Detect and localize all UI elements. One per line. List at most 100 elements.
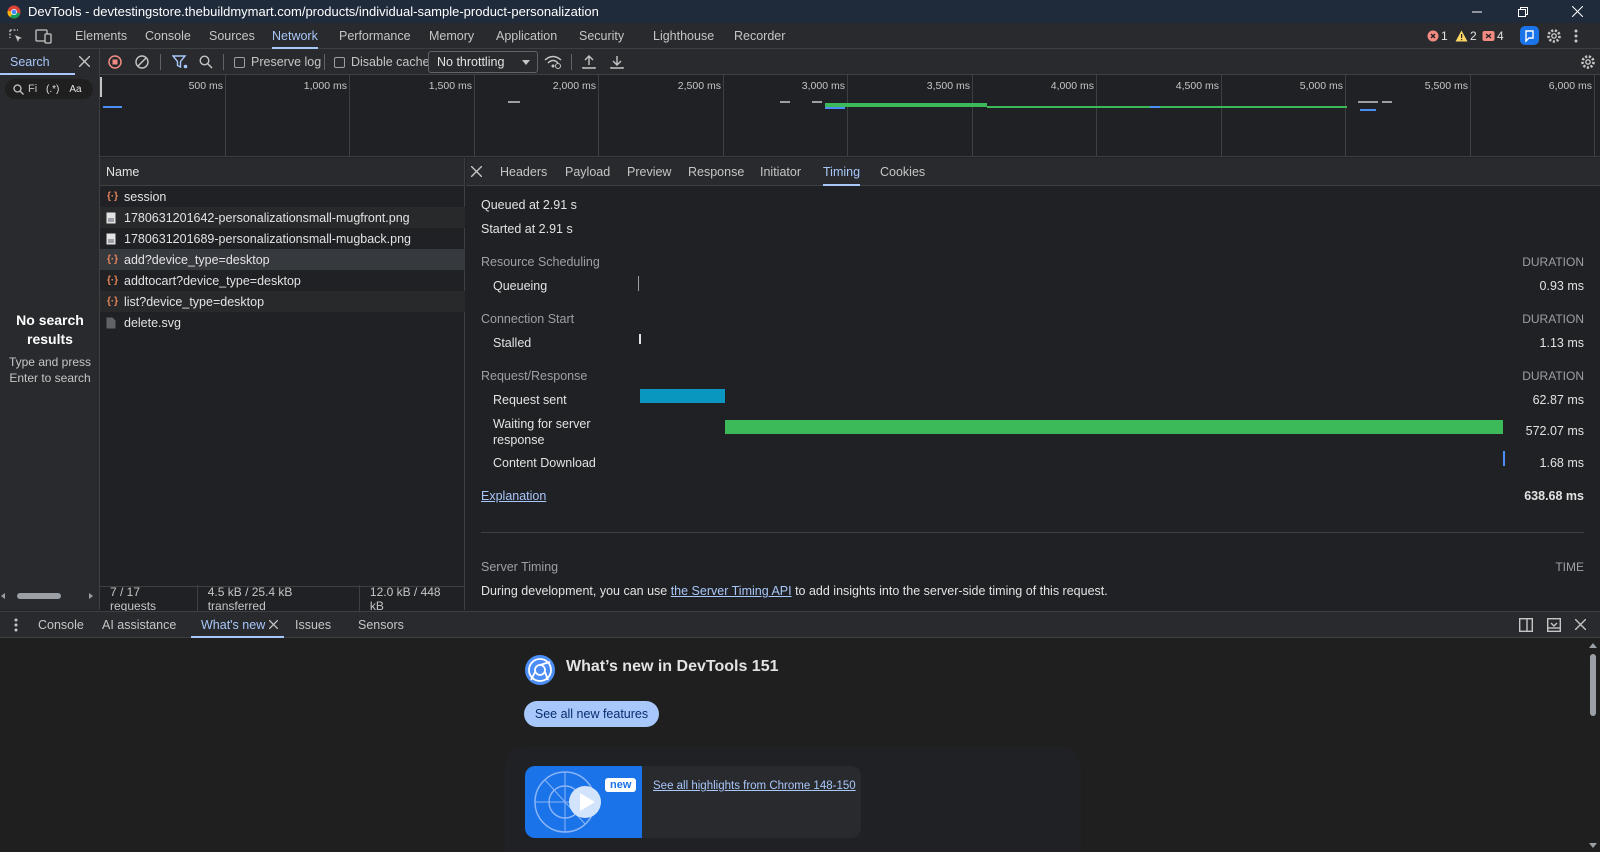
overview-tick: 6,000 ms (1548, 80, 1592, 92)
tab-sources[interactable]: Sources (209, 23, 255, 49)
close-tab-icon[interactable] (269, 620, 278, 629)
dropdown-arrow-icon (522, 60, 530, 65)
request-row[interactable]: {·} list?device_type=desktop (100, 291, 465, 312)
network-conditions-icon[interactable] (544, 49, 562, 75)
export-har-icon[interactable] (610, 49, 624, 75)
network-settings-icon[interactable] (1580, 49, 1596, 75)
started-at: Started at 2.91 s (481, 222, 573, 236)
issues-count-badge[interactable]: 4 (1482, 29, 1504, 43)
drawer-tab-whats-new[interactable]: What's new (191, 612, 284, 638)
tab-payload[interactable]: Payload (565, 158, 610, 186)
search-tab[interactable]: Search (0, 49, 75, 75)
server-timing-api-link[interactable]: the Server Timing API (671, 584, 792, 598)
request-row[interactable]: delete.svg (100, 312, 465, 333)
stalled-value: 1.13 ms (1539, 336, 1584, 350)
tab-application[interactable]: Application (496, 23, 557, 49)
issue-flag-icon (1482, 30, 1495, 42)
tab-performance[interactable]: Performance (339, 23, 411, 49)
close-search-icon[interactable] (79, 56, 90, 67)
overview-window-handle[interactable] (100, 77, 102, 97)
highlight-item[interactable]: new See all highlights from Chrome 148-1… (525, 766, 861, 838)
regex-toggle[interactable]: (.*) (46, 84, 59, 95)
request-row[interactable]: 1780631201689-personalizationsmall-mugba… (100, 228, 465, 249)
request-row[interactable]: 1780631201642-personalizationsmall-mugfr… (100, 207, 465, 228)
close-drawer-icon[interactable] (1575, 619, 1586, 630)
whats-new-title: What’s new in DevTools 151 (566, 658, 779, 675)
preserve-log-checkbox[interactable]: Preserve log (234, 49, 321, 75)
stalled-bar (639, 334, 641, 344)
tab-lighthouse[interactable]: Lighthouse (653, 23, 714, 49)
record-stop-icon[interactable] (108, 49, 122, 75)
tab-headers[interactable]: Headers (500, 158, 547, 186)
request-detail-panel: Headers Payload Preview Response Initiat… (466, 158, 1600, 610)
search-horizontal-scrollbar[interactable] (0, 588, 100, 604)
name-column-header[interactable]: Name (100, 158, 464, 186)
tab-network[interactable]: Network (272, 23, 318, 49)
close-detail-icon[interactable] (471, 166, 482, 177)
image-file-icon (106, 233, 119, 245)
tab-recorder[interactable]: Recorder (734, 23, 785, 49)
see-all-features-button[interactable]: See all new features (524, 701, 659, 727)
request-row[interactable]: {·} session (100, 186, 465, 207)
warning-count-badge[interactable]: 2 (1455, 29, 1477, 43)
error-count-badge[interactable]: 1 (1427, 29, 1448, 43)
settings-gear-icon[interactable] (1546, 28, 1562, 44)
ai-assistance-icon[interactable] (1520, 26, 1539, 45)
tab-cookies[interactable]: Cookies (880, 158, 925, 186)
network-overview[interactable]: 500 ms 1,000 ms 1,500 ms 2,000 ms 2,500 … (100, 75, 1600, 157)
window-titlebar: DevTools - devtestingstore.thebuildmymar… (0, 0, 1600, 23)
tab-console[interactable]: Console (145, 23, 191, 49)
drawer-tab-issues[interactable]: Issues (295, 612, 331, 638)
tab-timing[interactable]: Timing (823, 158, 861, 186)
match-case-toggle[interactable]: Aa (69, 84, 81, 95)
close-window-icon[interactable] (1554, 0, 1600, 23)
device-toolbar-icon[interactable] (35, 28, 53, 44)
minimize-icon[interactable] (1454, 0, 1500, 23)
chrome-logo-icon (7, 5, 21, 19)
main-tab-bar: Elements Console Sources Network Perform… (0, 23, 1600, 49)
tab-preview[interactable]: Preview (627, 158, 671, 186)
drawer-tab-ai-assistance[interactable]: AI assistance (102, 612, 176, 638)
import-har-icon[interactable] (582, 49, 596, 75)
overview-mark (1358, 101, 1378, 103)
restore-icon[interactable] (1500, 0, 1546, 23)
drawer-vertical-scrollbar[interactable] (1586, 638, 1600, 852)
more-options-icon[interactable] (1574, 29, 1578, 43)
no-results-hint: Type and press Enter to search (8, 355, 92, 385)
throttling-select[interactable]: No throttling (428, 51, 538, 73)
overview-tick: 3,500 ms (926, 80, 970, 92)
inspect-element-icon[interactable] (8, 28, 24, 44)
highlights-link[interactable]: See all highlights from Chrome 148-150 (653, 780, 856, 792)
preserve-log-box[interactable] (234, 56, 245, 68)
explanation-link[interactable]: Explanation (481, 489, 546, 503)
dock-side-icon[interactable] (1519, 618, 1533, 632)
request-row-selected[interactable]: {·} add?device_type=desktop (100, 249, 465, 270)
server-timing-title: Server Timing (481, 560, 559, 574)
request-row[interactable]: {·} addtocart?device_type=desktop (100, 270, 465, 291)
waiting-bar (725, 420, 1503, 434)
tab-elements[interactable]: Elements (75, 23, 127, 49)
xhr-icon: {·} (106, 275, 119, 286)
drawer-tab-sensors[interactable]: Sensors (358, 612, 404, 638)
disable-cache-checkbox[interactable]: Disable cache (334, 49, 430, 75)
tab-memory[interactable]: Memory (429, 23, 474, 49)
xhr-icon: {·} (106, 191, 119, 202)
search-network-icon[interactable] (199, 49, 213, 75)
drawer-menu-icon[interactable] (14, 618, 18, 632)
devtools-logo-icon (524, 654, 556, 686)
tab-security[interactable]: Security (579, 23, 624, 49)
tab-initiator[interactable]: Initiator (760, 158, 801, 186)
filter-icon[interactable] (172, 49, 188, 75)
search-input[interactable]: Fi (.*) Aa (5, 79, 93, 99)
disable-cache-box[interactable] (334, 56, 345, 68)
video-thumbnail[interactable]: new (525, 766, 642, 838)
server-timing-note: During development, you can use the Serv… (481, 584, 1108, 598)
clear-icon[interactable] (135, 49, 149, 75)
undock-drawer-icon[interactable] (1547, 618, 1561, 632)
overview-mark (825, 103, 987, 107)
error-icon (1427, 30, 1439, 42)
search-panel: Search Fi (.*) Aa No search results Type… (0, 49, 100, 610)
drawer-tab-console[interactable]: Console (38, 612, 84, 638)
overview-tick: 1,500 ms (428, 80, 472, 92)
tab-response[interactable]: Response (688, 158, 744, 186)
